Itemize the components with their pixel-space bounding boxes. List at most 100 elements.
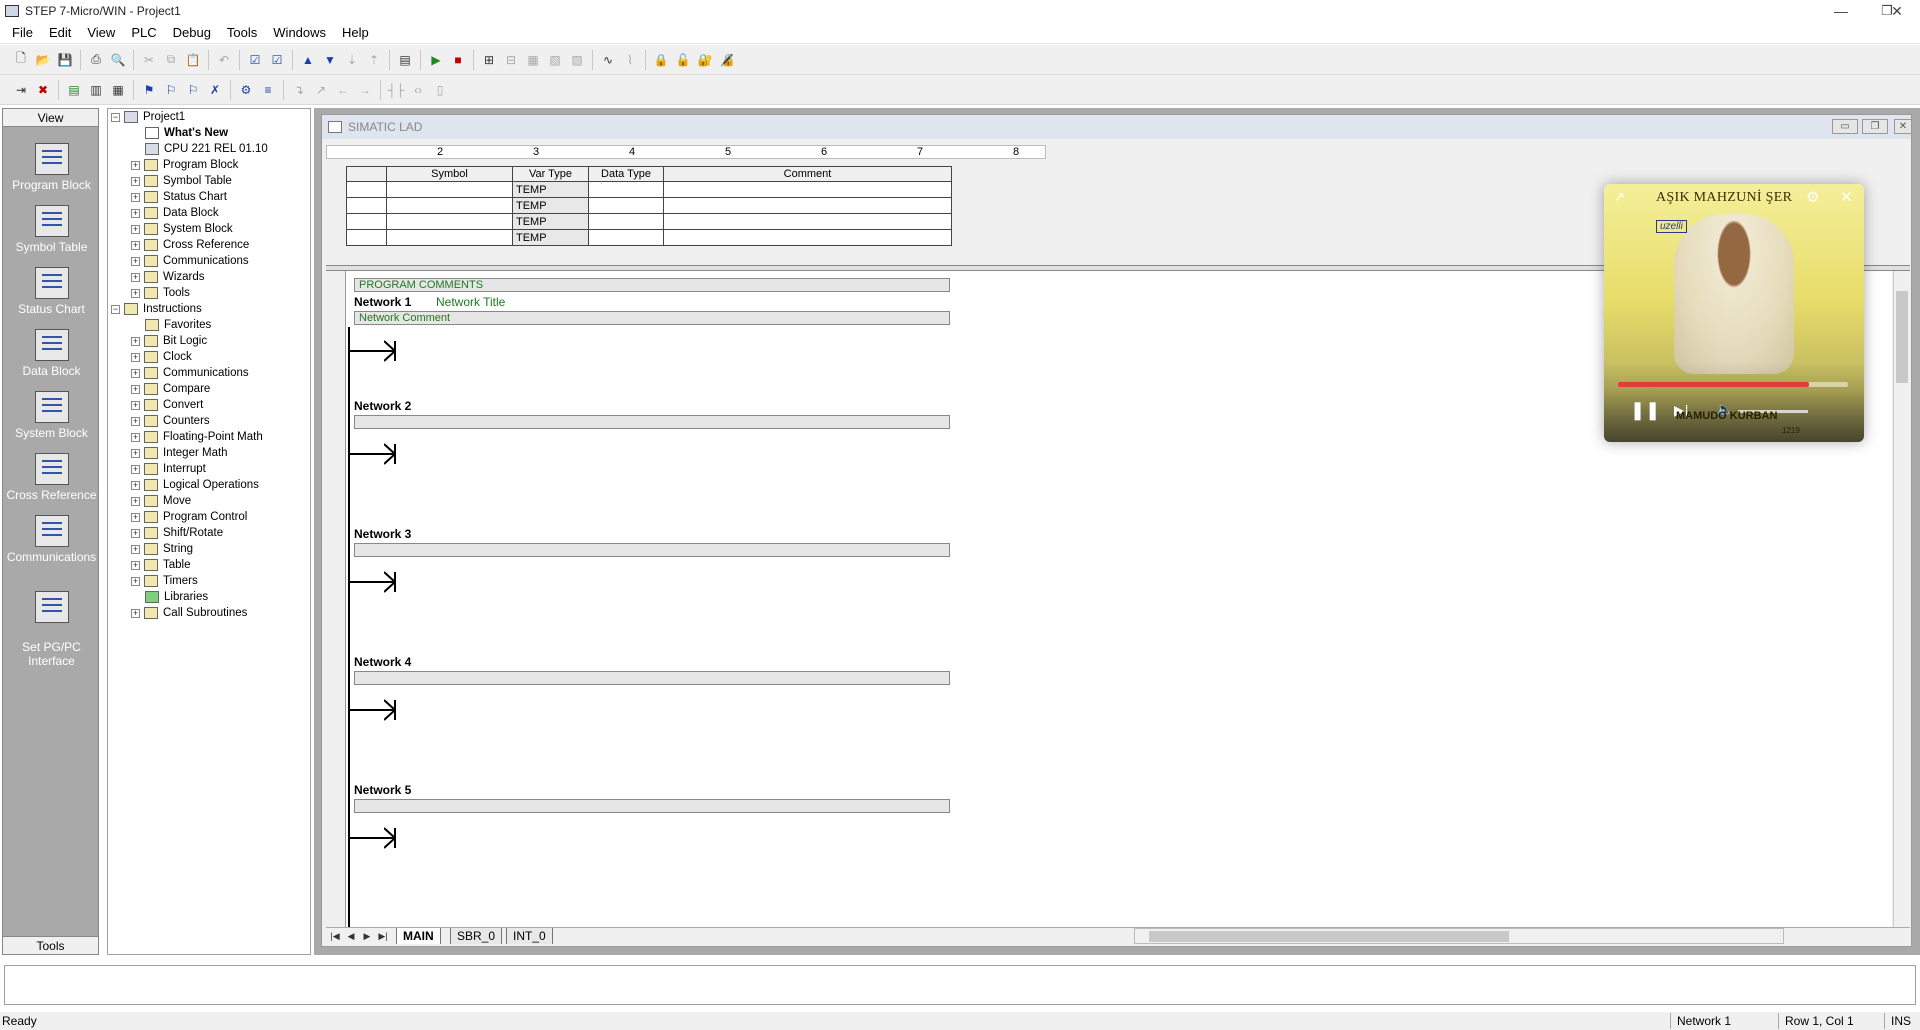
expand-icon[interactable]: + (131, 496, 140, 506)
expand-icon[interactable]: + (131, 384, 140, 394)
expand-icon[interactable]: + (131, 416, 140, 426)
tree-item[interactable]: + Data Block (131, 205, 219, 221)
compile-all-icon[interactable]: ☑ (266, 49, 288, 71)
apply-symbols-icon[interactable]: ⚙ (235, 79, 257, 101)
previous-tab-icon[interactable]: ◀ (344, 929, 358, 943)
media-player-popup[interactable]: AŞIK MAHZUNİ ŞER uzelli ↗ ⚙ ✕ ❚❚ ▶| 🔈 MA… (1604, 184, 1864, 442)
tree-item[interactable]: + Move (131, 493, 191, 509)
output-window[interactable] (4, 965, 1916, 1005)
nav-data-block[interactable]: Data Block (3, 329, 100, 378)
box-icon[interactable]: ▯ (429, 79, 451, 101)
table-row[interactable]: TEMP (346, 181, 952, 198)
comment-cell[interactable] (663, 181, 952, 198)
network-5-comment[interactable] (354, 799, 950, 813)
pause-icon[interactable]: ❚❚ (1630, 400, 1660, 421)
expand-icon[interactable]: + (131, 480, 140, 490)
data-type-cell[interactable] (588, 197, 664, 214)
undo-icon[interactable]: ↶ (213, 49, 235, 71)
write-all-icon[interactable]: ▨ (566, 49, 588, 71)
data-type-cell[interactable] (588, 181, 664, 198)
expand-icon[interactable]: + (131, 432, 140, 442)
tree-item[interactable]: + Cross Reference (131, 237, 249, 253)
insert-network-icon[interactable]: ⇥ (10, 79, 32, 101)
download-icon[interactable]: ▼ (319, 49, 341, 71)
symbol-cell[interactable] (386, 213, 513, 230)
table-row[interactable]: TEMP (346, 229, 952, 246)
line-up-icon[interactable]: ↗ (310, 79, 332, 101)
collapse-icon[interactable]: − (111, 304, 120, 314)
tree-item[interactable]: + Bit Logic (131, 333, 207, 349)
nav-program-block[interactable]: Program Block (3, 143, 100, 192)
editor-vertical-scrollbar[interactable] (1893, 271, 1910, 927)
compile-icon[interactable]: ☑ (244, 49, 266, 71)
stop-icon[interactable]: ■ (447, 49, 469, 71)
new-file-icon[interactable]: 🗋 (10, 49, 32, 71)
next-tab-icon[interactable]: ▶ (360, 929, 374, 943)
tree-item[interactable]: + Convert (131, 397, 203, 413)
menu-debug[interactable]: Debug (165, 25, 219, 40)
table-row[interactable]: TEMP (346, 197, 952, 214)
symbol-cell[interactable] (386, 197, 513, 214)
network-1-label[interactable]: Network 1 (354, 295, 411, 309)
pause-trend-icon[interactable]: ⌇ (619, 49, 641, 71)
open-folder-icon[interactable]: 📂 (32, 49, 54, 71)
tab-int-0[interactable]: INT_0 (506, 928, 553, 944)
next-bookmark-icon[interactable]: ⚐ (160, 79, 182, 101)
tree-item[interactable]: + Program Block (131, 157, 238, 173)
tree-item[interactable]: + Clock (131, 349, 192, 365)
open-external-icon[interactable]: ↗ (1614, 189, 1625, 205)
menu-edit[interactable]: Edit (41, 25, 79, 40)
expand-icon[interactable]: + (131, 608, 140, 618)
toggle-network-comment-icon[interactable]: ▥ (85, 79, 107, 101)
trend-view-icon[interactable]: ∿ (597, 49, 619, 71)
expand-icon[interactable]: + (131, 352, 140, 362)
chart-status-icon[interactable]: ▦ (522, 49, 544, 71)
symbol-addressing-icon[interactable]: ≡ (257, 79, 279, 101)
tree-item[interactable]: + Logical Operations (131, 477, 259, 493)
expand-icon[interactable]: + (131, 272, 140, 282)
playback-progress[interactable] (1618, 382, 1848, 387)
tree-item[interactable]: Libraries (145, 589, 208, 605)
network-4-label[interactable]: Network 4 (354, 655, 411, 669)
tree-item[interactable]: + Call Subroutines (131, 605, 247, 621)
symbol-cell[interactable] (386, 181, 513, 198)
print-icon[interactable]: ⎙ (85, 49, 107, 71)
lad-minimize-button[interactable]: ▭ (1832, 119, 1858, 134)
nav-system-block[interactable]: System Block (3, 391, 100, 440)
previous-bookmark-icon[interactable]: ⚐ (182, 79, 204, 101)
coil-icon[interactable]: ‹› (407, 79, 429, 101)
status-pause-icon[interactable]: ⊟ (500, 49, 522, 71)
tree-item[interactable]: + Wizards (131, 269, 205, 285)
menu-plc[interactable]: PLC (123, 25, 164, 40)
minimize-button[interactable]: — (1818, 0, 1864, 22)
symbol-info-table-icon[interactable]: ▦ (107, 79, 129, 101)
tree-item[interactable]: What's New (145, 125, 228, 141)
unforce-icon[interactable]: 🔓 (672, 49, 694, 71)
expand-icon[interactable]: + (131, 400, 140, 410)
expand-icon[interactable]: + (131, 224, 140, 234)
network-3-label[interactable]: Network 3 (354, 527, 411, 541)
comment-cell[interactable] (663, 197, 952, 214)
menu-help[interactable]: Help (334, 25, 377, 40)
symbol-cell[interactable] (386, 229, 513, 246)
settings-gear-icon[interactable]: ⚙ (1806, 188, 1819, 206)
tree-item[interactable]: + System Block (131, 221, 233, 237)
cut-icon[interactable]: ✂ (138, 49, 160, 71)
expand-icon[interactable]: + (131, 464, 140, 474)
line-right-icon[interactable]: → (354, 79, 376, 101)
contact-icon[interactable]: ┤├ (385, 79, 407, 101)
expand-icon[interactable]: + (131, 256, 140, 266)
expand-icon[interactable]: + (131, 560, 140, 570)
network-1-title[interactable]: Network Title (436, 295, 505, 309)
tree-item[interactable]: CPU 221 REL 01.10 (145, 141, 268, 157)
expand-icon[interactable]: + (131, 240, 140, 250)
data-type-cell[interactable] (588, 229, 664, 246)
tree-item[interactable]: + Interrupt (131, 461, 206, 477)
tree-item[interactable]: + Compare (131, 381, 210, 397)
menu-view[interactable]: View (79, 25, 123, 40)
network-3-comment[interactable] (354, 543, 950, 557)
menu-tools[interactable]: Tools (219, 25, 265, 40)
first-tab-icon[interactable]: |◀ (328, 929, 342, 943)
delete-network-icon[interactable]: ✖ (32, 79, 54, 101)
tree-item[interactable]: + Shift/Rotate (131, 525, 223, 541)
